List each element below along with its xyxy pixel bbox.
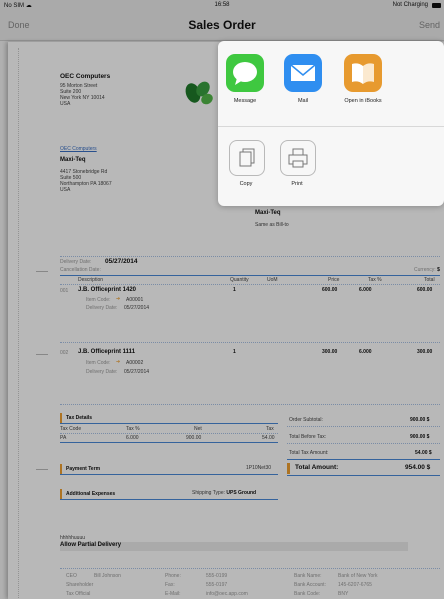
- message-icon: [233, 62, 257, 85]
- mail-button[interactable]: [284, 54, 322, 92]
- print-icon: [288, 148, 308, 168]
- ibooks-label: Open in iBooks: [344, 98, 382, 104]
- share-separator: [218, 126, 444, 127]
- print-button[interactable]: [280, 140, 316, 176]
- print-label: Print: [291, 181, 303, 187]
- message-label: Message: [233, 98, 257, 104]
- share-sheet: Message Mail Open in iBooks Copy Print: [218, 41, 444, 206]
- ibooks-icon: [352, 63, 374, 84]
- copy-icon: [239, 148, 255, 167]
- copy-button[interactable]: [229, 140, 265, 176]
- mail-icon: [290, 64, 316, 81]
- ibooks-button[interactable]: [344, 54, 382, 92]
- message-button[interactable]: [226, 54, 264, 92]
- mail-label: Mail: [297, 98, 309, 104]
